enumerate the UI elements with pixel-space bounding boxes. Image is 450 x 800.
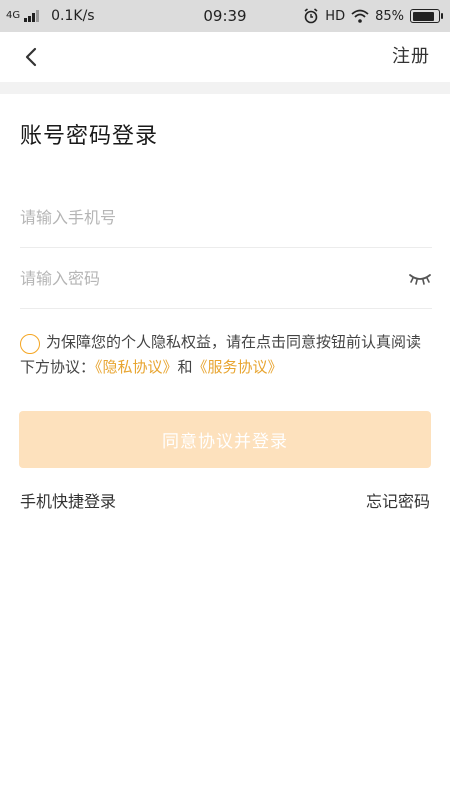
phone-input[interactable] <box>20 187 432 247</box>
header-divider <box>0 82 450 94</box>
network-speed: 0.1K/s <box>51 8 95 24</box>
service-link[interactable]: 《服务协议》 <box>193 358 283 376</box>
password-field-row <box>20 248 432 309</box>
eye-closed-icon[interactable] <box>408 268 432 288</box>
phone-field-row <box>20 187 432 248</box>
nav-bar: 注册 <box>0 32 450 82</box>
wifi-icon <box>351 9 369 23</box>
battery-level: 85% <box>375 8 404 24</box>
agree-checkbox[interactable] <box>20 334 40 354</box>
password-input[interactable] <box>20 248 432 308</box>
battery-icon <box>410 9 443 23</box>
forgot-password-link[interactable]: 忘记密码 <box>366 490 430 514</box>
register-button[interactable]: 注册 <box>392 32 430 82</box>
agreement-joiner: 和 <box>177 358 193 376</box>
hd-badge: HD <box>325 8 346 24</box>
battery-fill <box>412 11 434 21</box>
back-button[interactable] <box>18 43 46 71</box>
sms-login-link[interactable]: 手机快捷登录 <box>20 490 116 514</box>
page-title: 账号密码登录 <box>20 124 159 149</box>
alarm-icon <box>304 8 318 24</box>
status-left: 4G 0.1K/s <box>6 0 95 32</box>
status-right: HD 85% <box>303 0 443 32</box>
signal-icon <box>24 10 40 22</box>
status-bar: 4G 0.1K/s 09:39 HD 85% <box>0 0 450 32</box>
privacy-link[interactable]: 《隐私协议》 <box>95 358 178 376</box>
login-button[interactable]: 同意协议并登录 <box>19 411 431 468</box>
agreement-block: 为保障您的个人隐私权益，请在点击同意按钮前认真阅读下方协议：《隐私协议》和《服务… <box>20 330 435 380</box>
agreement-text: 为保障您的个人隐私权益，请在点击同意按钮前认真阅读下方协议：《隐私协议》和《服务… <box>20 330 435 380</box>
network-type: 4G <box>6 10 21 21</box>
